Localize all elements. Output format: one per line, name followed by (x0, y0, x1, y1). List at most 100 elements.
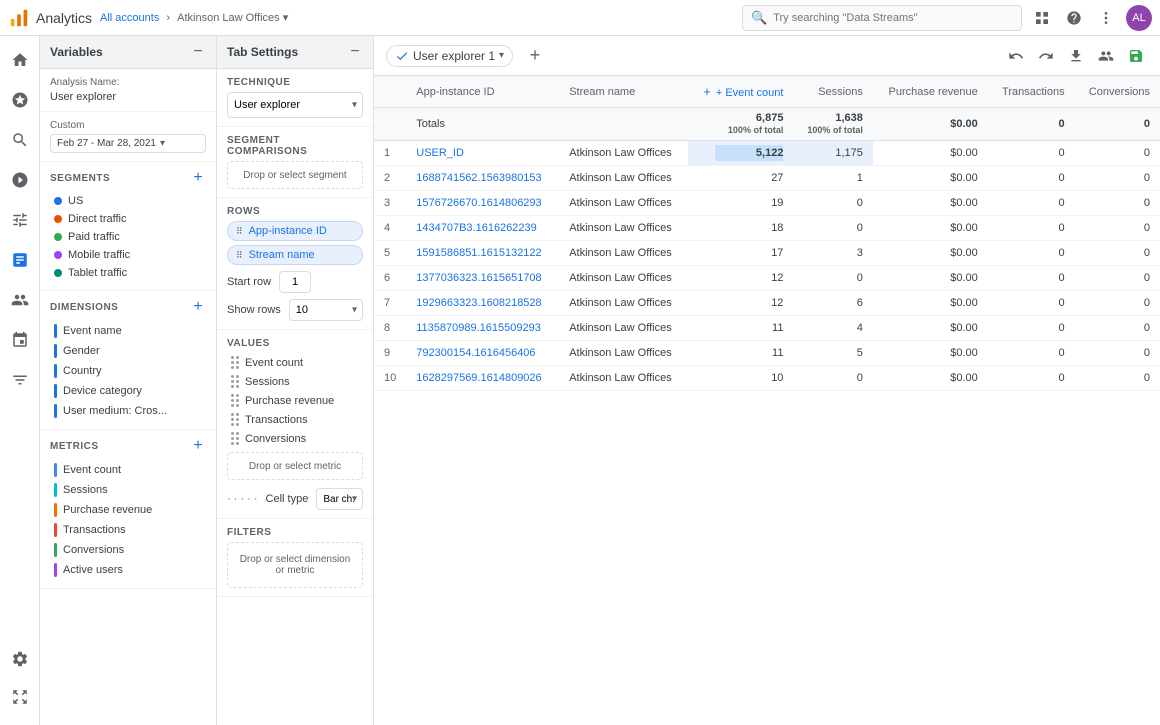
add-tab-button[interactable]: + (521, 42, 549, 70)
event-count: 27 (688, 166, 793, 191)
app-instance-id[interactable]: 1135870989.1615509293 (406, 316, 559, 341)
metric-item[interactable]: Transactions (50, 520, 206, 540)
rows-pill[interactable]: ⠿App-instance ID (227, 221, 363, 241)
add-dimension-button[interactable]: + (190, 299, 206, 315)
segment-label: Mobile traffic (68, 249, 130, 261)
stream-name: Atkinson Law Offices (559, 366, 688, 391)
start-row-input[interactable] (279, 271, 311, 293)
cell-type-select[interactable]: Bar ch... (316, 488, 363, 510)
value-item[interactable]: Purchase revenue (227, 391, 363, 410)
col-sessions[interactable]: Sessions (793, 76, 872, 108)
date-range-picker[interactable]: Feb 27 - Mar 28, 2021 ▾ (50, 134, 206, 153)
search-input[interactable] (773, 12, 1013, 24)
metric-label: Event count (63, 464, 121, 476)
row-number: 1 (374, 141, 406, 166)
grid-icon-button[interactable] (1030, 6, 1054, 30)
metric-item[interactable]: Active users (50, 560, 206, 580)
app-instance-id[interactable]: 1377036323.1615651708 (406, 266, 559, 291)
col-stream-name[interactable]: Stream name (559, 76, 688, 108)
add-metric-button[interactable]: + (190, 438, 206, 454)
undo-button[interactable] (1004, 44, 1028, 68)
metric-bar (54, 503, 57, 517)
nav-configure-button[interactable] (2, 202, 38, 238)
tab-label: User explorer 1 (413, 49, 495, 63)
technique-select[interactable]: User explorer (227, 92, 363, 118)
dimension-item[interactable]: Country (50, 361, 206, 381)
dimension-item[interactable]: Gender (50, 341, 206, 361)
breadcrumb-all[interactable]: All accounts (100, 12, 159, 24)
nav-settings-button[interactable] (2, 641, 38, 677)
segment-item[interactable]: Paid traffic (50, 228, 206, 246)
filters-drop-zone[interactable]: Drop or select dimension or metric (227, 542, 363, 588)
nav-analysis-button[interactable] (2, 242, 38, 278)
sessions-value: 4 (793, 316, 872, 341)
analysis-name-value: User explorer (50, 91, 206, 103)
app-instance-id[interactable]: 1591586851.1615132122 (406, 241, 559, 266)
nav-reports-button[interactable] (2, 82, 38, 118)
segment-dot (54, 251, 62, 259)
rows-pill[interactable]: ⠿Stream name (227, 245, 363, 265)
show-rows-select[interactable]: 10 (289, 299, 363, 321)
download-button[interactable] (1064, 44, 1088, 68)
col-purchase-revenue[interactable]: Purchase revenue (873, 76, 988, 108)
tab-settings-title: Tab Settings (227, 45, 298, 59)
segment-item[interactable]: US (50, 192, 206, 210)
metric-item[interactable]: Conversions (50, 540, 206, 560)
more-vert-icon-button[interactable] (1094, 6, 1118, 30)
cell-type-dots: · · · · · (227, 493, 258, 505)
app-instance-id[interactable]: 1929663323.1608218528 (406, 291, 559, 316)
col-transactions[interactable]: Transactions (988, 76, 1075, 108)
metric-item[interactable]: Sessions (50, 480, 206, 500)
add-segment-button[interactable]: + (190, 170, 206, 186)
conversions-value: 0 (1075, 241, 1160, 266)
dimension-label: Gender (63, 345, 100, 357)
app-instance-id[interactable]: 1628297569.1614809026 (406, 366, 559, 391)
app-instance-id[interactable]: 1576726670.1614806293 (406, 191, 559, 216)
segment-item[interactable]: Mobile traffic (50, 246, 206, 264)
nav-advertising-button[interactable] (2, 162, 38, 198)
segment-item[interactable]: Tablet traffic (50, 264, 206, 282)
col-conversions[interactable]: Conversions (1075, 76, 1160, 108)
nav-explore-button[interactable] (2, 122, 38, 158)
app-instance-id[interactable]: 792300154.1616456406 (406, 341, 559, 366)
col-event-count[interactable]: + + Event count (688, 76, 793, 108)
metric-item[interactable]: Event count (50, 460, 206, 480)
breadcrumb-current: Atkinson Law Offices ▾ (177, 12, 288, 24)
nav-funnels-button[interactable] (2, 362, 38, 398)
nav-home-button[interactable] (2, 42, 38, 78)
metric-item[interactable]: Purchase revenue (50, 500, 206, 520)
help-icon-button[interactable] (1062, 6, 1086, 30)
dimension-item[interactable]: Device category (50, 381, 206, 401)
variables-panel-minimize[interactable]: − (190, 44, 206, 60)
date-range-chevron: ▾ (160, 138, 165, 149)
col-app-instance[interactable]: App-instance ID (406, 76, 559, 108)
share-users-button[interactable] (1094, 44, 1118, 68)
sessions-value: 5 (793, 341, 872, 366)
app-instance-id[interactable]: 1434707B3.1616262239 (406, 216, 559, 241)
value-item[interactable]: Event count (227, 353, 363, 372)
nav-expand-button[interactable] (2, 679, 38, 715)
tab-settings-minimize[interactable]: − (347, 44, 363, 60)
nav-audience-button[interactable] (2, 282, 38, 318)
user-explorer-tab[interactable]: User explorer 1 ▾ (386, 45, 513, 67)
metric-drop-zone[interactable]: Drop or select metric (227, 452, 363, 480)
value-item[interactable]: Transactions (227, 410, 363, 429)
dimension-item[interactable]: User medium: Cros... (50, 401, 206, 421)
user-avatar[interactable]: AL (1126, 5, 1152, 31)
save-button[interactable] (1124, 44, 1148, 68)
main-layout: Variables − Analysis Name: User explorer… (40, 36, 1160, 725)
search-bar[interactable]: 🔍 (742, 5, 1022, 31)
event-count-value: 19 (771, 197, 783, 209)
app-instance-id[interactable]: 1688741562.1563980153 (406, 166, 559, 191)
segment-drop-zone[interactable]: Drop or select segment (227, 161, 363, 189)
row-number: 5 (374, 241, 406, 266)
nav-events-button[interactable] (2, 322, 38, 358)
transactions-value: 0 (988, 291, 1075, 316)
app-instance-id[interactable]: USER_ID (406, 141, 559, 166)
value-item[interactable]: Sessions (227, 372, 363, 391)
segment-item[interactable]: Direct traffic (50, 210, 206, 228)
segment-label: Direct traffic (68, 213, 126, 225)
redo-button[interactable] (1034, 44, 1058, 68)
value-item[interactable]: Conversions (227, 429, 363, 448)
dimension-item[interactable]: Event name (50, 321, 206, 341)
